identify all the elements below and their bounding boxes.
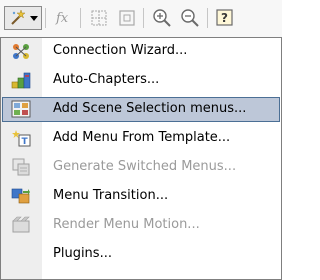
menu-item-label: Add Scene Selection menus... [53, 101, 247, 116]
menu-item-auto-chapters[interactable]: Auto-Chapters... [2, 68, 280, 93]
function-button[interactable]: fx [51, 6, 77, 30]
menu-item-add-scene-selection[interactable]: Add Scene Selection menus... [2, 97, 280, 122]
toolbar: fx ? [0, 0, 282, 37]
frame-button[interactable] [114, 6, 140, 30]
zoom-out-button[interactable] [177, 6, 203, 30]
zoom-in-icon [153, 9, 171, 27]
menu-item-label: Plugins... [53, 246, 112, 261]
wizard-dropdown-button[interactable] [4, 6, 42, 30]
switched-menus-icon [12, 158, 30, 176]
zoom-in-button[interactable] [149, 6, 175, 30]
menu-transition-icon [11, 188, 30, 204]
menu-item-menu-transition[interactable]: Menu Transition... [2, 184, 280, 209]
menu-item-label: Generate Switched Menus... [53, 159, 237, 174]
menu-item-generate-switched-menus[interactable]: Generate Switched Menus... [2, 155, 280, 180]
auto-chapters-icon [11, 72, 31, 89]
dropdown-arrow-icon [30, 16, 38, 21]
toolbar-separator [80, 8, 81, 28]
wizard-menu: Connection Wizard... Auto-Chapters... Ad… [0, 37, 282, 280]
help-icon: ? [216, 9, 233, 26]
menu-item-add-menu-template[interactable]: T Add Menu From Template... [2, 126, 280, 151]
menu-item-label: Menu Transition... [53, 188, 169, 203]
svg-text:fx: fx [55, 11, 69, 26]
menu-item-label: Auto-Chapters... [53, 72, 160, 87]
toolbar-separator [143, 8, 144, 28]
grid-icon [91, 10, 107, 26]
svg-text:?: ? [221, 11, 228, 25]
menu-template-icon: T [12, 130, 31, 147]
grid-button[interactable] [86, 6, 112, 30]
render-motion-icon [12, 216, 30, 233]
wand-icon [11, 9, 26, 25]
frame-icon [119, 10, 135, 26]
help-button[interactable]: ? [212, 6, 238, 30]
menu-item-connection-wizard[interactable]: Connection Wizard... [2, 39, 280, 64]
toolbar-separator [207, 8, 208, 28]
menu-item-label: Add Menu From Template... [53, 130, 231, 145]
scene-selection-icon [11, 100, 31, 118]
menu-item-label: Render Menu Motion... [53, 217, 200, 232]
menu-item-plugins[interactable]: Plugins... [2, 242, 280, 267]
menu-item-label: Connection Wizard... [53, 43, 188, 58]
connection-wizard-icon [13, 44, 29, 59]
function-icon: fx [55, 11, 69, 26]
menu-item-render-menu-motion[interactable]: Render Menu Motion... [2, 213, 280, 238]
toolbar-separator [45, 8, 46, 28]
zoom-out-icon [181, 9, 199, 27]
svg-text:T: T [22, 137, 29, 147]
